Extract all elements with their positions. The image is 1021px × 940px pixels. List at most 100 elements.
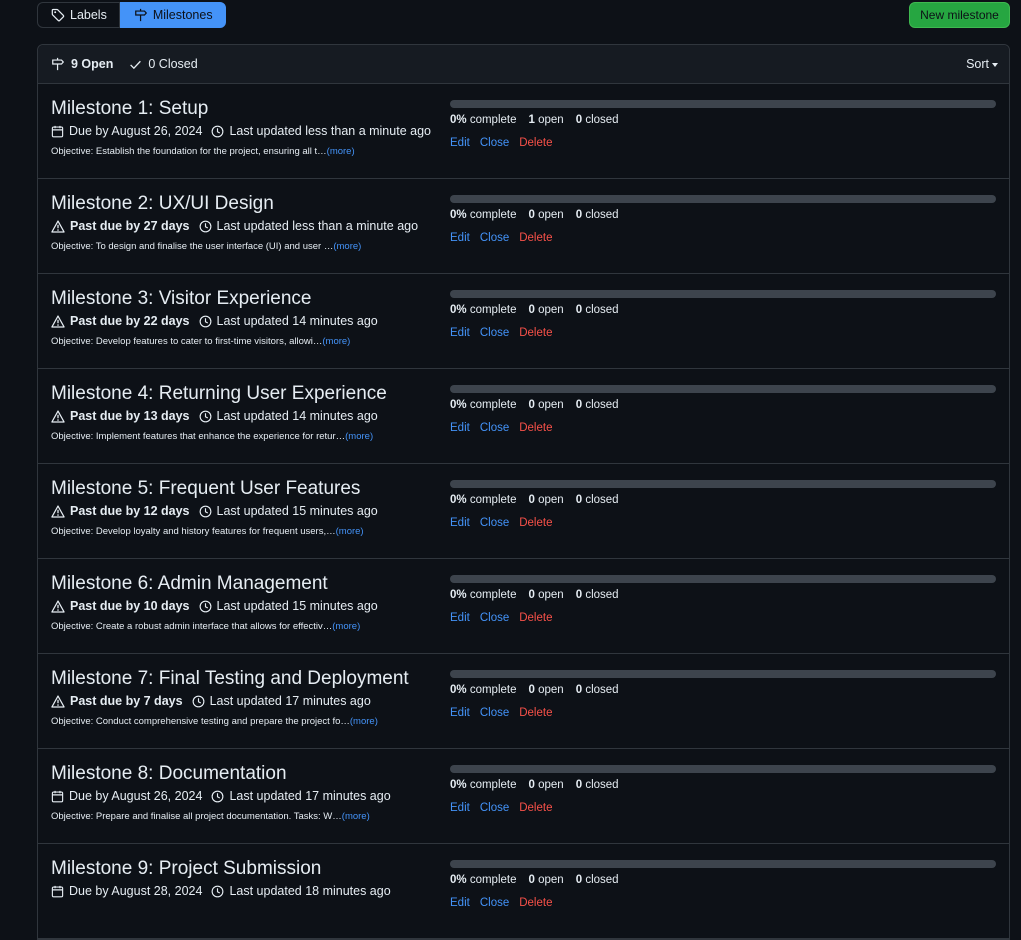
sort-dropdown[interactable]: Sort xyxy=(966,57,998,71)
milestones-tab-label: Milestones xyxy=(152,8,213,22)
delete-link[interactable]: Delete xyxy=(519,327,552,339)
close-link[interactable]: Close xyxy=(480,707,509,719)
edit-link[interactable]: Edit xyxy=(450,422,470,434)
closed-label: closed xyxy=(585,684,619,696)
milestone-title[interactable]: Milestone 8: Documentation xyxy=(51,763,287,785)
percent-label: complete xyxy=(469,779,517,791)
open-issues[interactable]: 1 open xyxy=(529,114,564,126)
delete-link[interactable]: Delete xyxy=(519,802,552,814)
updated-info: Last updated 17 minutes ago xyxy=(192,694,371,708)
close-link[interactable]: Close xyxy=(480,232,509,244)
description-text: Objective: Create a robust admin interfa… xyxy=(51,621,333,632)
delete-link[interactable]: Delete xyxy=(519,232,552,244)
updated-info: Last updated 14 minutes ago xyxy=(199,409,378,423)
milestone-title[interactable]: Milestone 7: Final Testing and Deploymen… xyxy=(51,668,409,690)
close-link[interactable]: Close xyxy=(480,517,509,529)
milestone-meta: Due by August 28, 2024 Last updated 18 m… xyxy=(51,884,400,898)
description-text: Objective: Establish the foundation for … xyxy=(51,146,327,157)
edit-link[interactable]: Edit xyxy=(450,232,470,244)
open-issues[interactable]: 0 open xyxy=(529,684,564,696)
milestone-row: Milestone 9: Project Submission Due by A… xyxy=(38,844,1009,939)
milestone-actions: Edit Close Delete xyxy=(450,612,552,624)
edit-link[interactable]: Edit xyxy=(450,327,470,339)
more-link[interactable]: (more) xyxy=(345,431,373,442)
close-link[interactable]: Close xyxy=(480,422,509,434)
closed-issues[interactable]: 0 closed xyxy=(576,684,619,696)
closed-issues[interactable]: 0 closed xyxy=(576,779,619,791)
milestone-description: Objective: Prepare and finalise all proj… xyxy=(51,811,370,822)
close-link[interactable]: Close xyxy=(480,137,509,149)
milestone-description: Objective: Develop features to cater to … xyxy=(51,336,350,347)
closed-issues[interactable]: 0 closed xyxy=(576,874,619,886)
more-link[interactable]: (more) xyxy=(342,811,370,822)
milestone-title[interactable]: Milestone 6: Admin Management xyxy=(51,573,328,595)
past-due-text: Past due by 7 days xyxy=(70,694,183,708)
clock-icon xyxy=(211,885,224,898)
more-link[interactable]: (more) xyxy=(333,241,361,252)
close-link[interactable]: Close xyxy=(480,897,509,909)
close-link[interactable]: Close xyxy=(480,802,509,814)
closed-filter[interactable]: 0 Closed xyxy=(129,57,198,71)
milestone-title[interactable]: Milestone 4: Returning User Experience xyxy=(51,383,387,405)
delete-link[interactable]: Delete xyxy=(519,897,552,909)
milestones-tab[interactable]: Milestones xyxy=(119,2,226,28)
milestone-title[interactable]: Milestone 1: Setup xyxy=(51,98,208,120)
closed-value: 0 xyxy=(575,874,583,886)
delete-link[interactable]: Delete xyxy=(519,517,552,529)
more-link[interactable]: (more) xyxy=(332,621,360,632)
percent-complete: 0% complete xyxy=(450,209,517,221)
edit-link[interactable]: Edit xyxy=(450,517,470,529)
open-issues[interactable]: 0 open xyxy=(529,874,564,886)
edit-link[interactable]: Edit xyxy=(450,612,470,624)
closed-issues[interactable]: 0 closed xyxy=(576,494,619,506)
milestone-title[interactable]: Milestone 2: UX/UI Design xyxy=(51,193,274,215)
open-issues[interactable]: 0 open xyxy=(529,304,564,316)
more-link[interactable]: (more) xyxy=(327,146,355,157)
delete-link[interactable]: Delete xyxy=(519,707,552,719)
more-link[interactable]: (more) xyxy=(322,336,350,347)
milestone-actions: Edit Close Delete xyxy=(450,422,552,434)
updated-text: Last updated 14 minutes ago xyxy=(216,409,378,423)
updated-info: Last updated 15 minutes ago xyxy=(199,599,378,613)
labels-tab[interactable]: Labels xyxy=(37,2,120,28)
delete-link[interactable]: Delete xyxy=(519,137,552,149)
open-issues[interactable]: 0 open xyxy=(529,209,564,221)
milestone-stats: 0% complete 0 open 0 closed xyxy=(450,684,631,696)
more-link[interactable]: (more) xyxy=(350,716,378,727)
close-link[interactable]: Close xyxy=(480,327,509,339)
delete-link[interactable]: Delete xyxy=(519,422,552,434)
closed-issues[interactable]: 0 closed xyxy=(576,114,619,126)
closed-issues[interactable]: 0 closed xyxy=(576,304,619,316)
description-text: Objective: To design and finalise the us… xyxy=(51,241,334,252)
closed-issues[interactable]: 0 closed xyxy=(576,209,619,221)
milestone-stats: 0% complete 0 open 0 closed xyxy=(450,399,631,411)
description-text: Objective: Implement features that enhan… xyxy=(51,431,346,442)
open-value: 0 xyxy=(528,779,535,791)
edit-link[interactable]: Edit xyxy=(450,707,470,719)
milestone-description: Objective: To design and finalise the us… xyxy=(51,241,361,252)
more-link[interactable]: (more) xyxy=(336,526,364,537)
open-issues[interactable]: 0 open xyxy=(529,494,564,506)
milestone-title[interactable]: Milestone 9: Project Submission xyxy=(51,858,321,880)
open-issues[interactable]: 0 open xyxy=(529,399,564,411)
milestone-actions: Edit Close Delete xyxy=(450,707,552,719)
edit-link[interactable]: Edit xyxy=(450,802,470,814)
open-issues[interactable]: 0 open xyxy=(529,779,564,791)
percent-value: 0% xyxy=(450,779,467,791)
closed-value: 0 xyxy=(575,114,583,126)
closed-issues[interactable]: 0 closed xyxy=(576,399,619,411)
edit-link[interactable]: Edit xyxy=(450,137,470,149)
delete-link[interactable]: Delete xyxy=(519,612,552,624)
milestone-title[interactable]: Milestone 3: Visitor Experience xyxy=(51,288,312,310)
milestones-list: 9 Open 0 Closed Sort Milestone 1: Setup … xyxy=(37,44,1010,940)
new-milestone-button[interactable]: New milestone xyxy=(909,2,1010,28)
updated-text: Last updated 15 minutes ago xyxy=(216,599,378,613)
closed-issues[interactable]: 0 closed xyxy=(576,589,619,601)
calendar-icon xyxy=(51,125,64,138)
open-issues[interactable]: 0 open xyxy=(529,589,564,601)
milestone-title[interactable]: Milestone 5: Frequent User Features xyxy=(51,478,360,500)
close-link[interactable]: Close xyxy=(480,612,509,624)
edit-link[interactable]: Edit xyxy=(450,897,470,909)
clock-icon xyxy=(199,505,212,518)
open-filter[interactable]: 9 Open xyxy=(51,57,113,71)
